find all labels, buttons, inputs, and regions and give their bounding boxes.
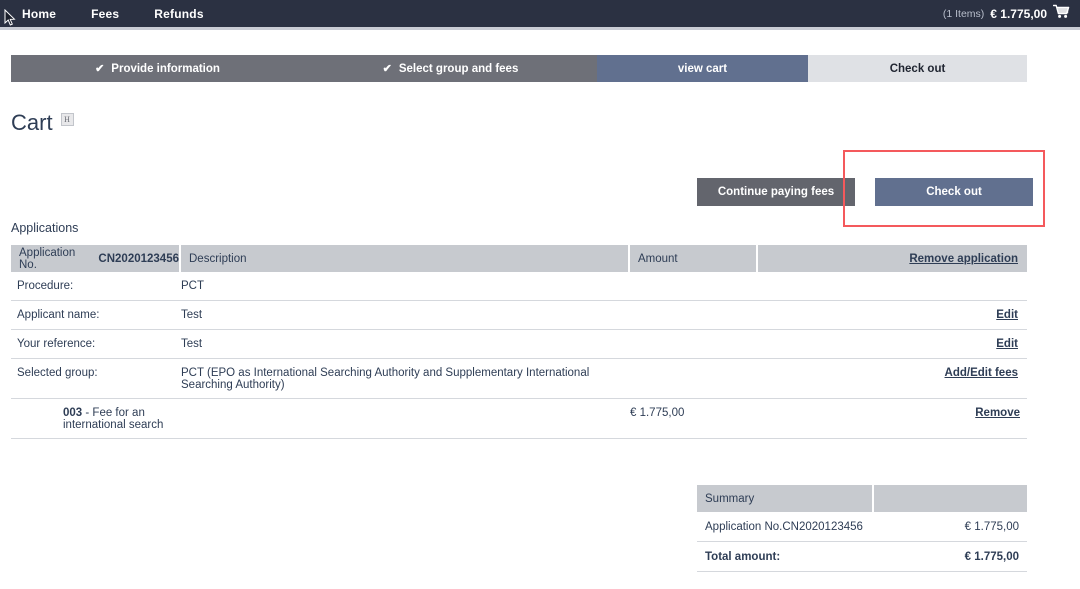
applications-section-label: Applications (11, 221, 79, 235)
row-amount (630, 272, 758, 287)
nav-item-home[interactable]: Home (22, 7, 56, 21)
application-no-value: CN2020123456 (98, 252, 179, 265)
help-badge-icon[interactable]: H (60, 113, 74, 126)
row-action: Edit (758, 301, 1025, 328)
summary-line-label: Application No.CN2020123456 (705, 521, 863, 533)
shopping-cart-icon[interactable] (1052, 4, 1070, 23)
row-label: Applicant name: (17, 309, 100, 321)
fee-description: 003 - Fee for an international search (63, 399, 180, 438)
add-edit-fees-link[interactable]: Add/Edit fees (945, 367, 1018, 379)
summary-line-amount: € 1.775,00 (964, 521, 1019, 533)
summary-line-row: Application No.CN2020123456 € 1.775,00 (697, 512, 1027, 542)
row-action (758, 272, 1025, 287)
action-button-row: Continue paying fees Check out (697, 178, 1033, 206)
top-navigation-bar: Home Fees Refunds (1 Items) € 1.775,00 (0, 0, 1080, 27)
row-value: PCT (EPO as International Searching Auth… (181, 367, 590, 391)
applications-table-header: Application No. CN2020123456 Description… (11, 245, 1027, 272)
summary-total-row: Total amount: € 1.775,00 (697, 542, 1027, 572)
nav-items: Home Fees Refunds (22, 7, 239, 21)
row-action: Add/Edit fees (758, 359, 1025, 386)
cart-summary[interactable]: (1 Items) € 1.775,00 (943, 0, 1070, 27)
cart-total-amount: € 1.775,00 (990, 6, 1047, 21)
step-select-group-and-fees[interactable]: ✔ Select group and fees (304, 55, 597, 82)
remove-application-link[interactable]: Remove application (909, 253, 1018, 265)
row-amount (630, 330, 758, 345)
remove-fee-link[interactable]: Remove (975, 407, 1020, 419)
step-check-out[interactable]: Check out (808, 55, 1027, 82)
row-amount (630, 301, 758, 316)
table-row: Your reference: Test Edit (11, 330, 1027, 359)
row-label: Your reference: (17, 338, 96, 350)
table-row-fee: 003 - Fee for an international search € … (11, 399, 1027, 439)
summary-title: Summary (697, 485, 874, 512)
row-label: Selected group: (17, 367, 98, 379)
step-label: view cart (677, 62, 728, 75)
topbar-underline (0, 27, 1080, 30)
row-action: Edit (758, 330, 1025, 357)
column-header-application-no: Application No. CN2020123456 (11, 245, 181, 272)
table-row: Procedure: PCT (11, 272, 1027, 301)
edit-applicant-name-link[interactable]: Edit (996, 309, 1018, 321)
table-row: Applicant name: Test Edit (11, 301, 1027, 330)
row-value: Test (181, 338, 203, 350)
check-out-button[interactable]: Check out (875, 178, 1033, 206)
column-header-amount: Amount (630, 245, 758, 272)
continue-paying-fees-button[interactable]: Continue paying fees (697, 178, 855, 206)
summary-box: Summary Application No.CN2020123456 € 1.… (697, 485, 1027, 572)
check-icon: ✔ (382, 63, 392, 75)
row-label: Procedure: (17, 280, 74, 292)
check-icon: ✔ (95, 63, 105, 75)
row-value: PCT (181, 280, 204, 292)
step-label: Check out (889, 62, 946, 75)
step-view-cart[interactable]: view cart (597, 55, 808, 82)
page-title-row: Cart H (11, 110, 74, 136)
cart-item-count: (1 Items) (942, 7, 985, 20)
summary-total-label: Total amount: (705, 551, 781, 563)
summary-total-amount: € 1.775,00 (964, 551, 1019, 563)
checkout-step-bar: ✔ Provide information ✔ Select group and… (11, 55, 1027, 82)
fee-action: Remove (762, 399, 1027, 426)
fee-amount: € 1.775,00 (630, 407, 685, 419)
application-no-label: Application No. (19, 246, 76, 271)
step-label: Select group and fees (398, 62, 519, 75)
step-label: Provide information (111, 62, 220, 75)
row-amount (630, 359, 758, 374)
summary-header: Summary (697, 485, 1027, 512)
column-header-description: Description (181, 245, 630, 272)
fee-spacer-2 (180, 399, 630, 414)
nav-item-fees[interactable]: Fees (91, 7, 119, 21)
column-header-actions: Remove application (758, 245, 1025, 272)
page-title: Cart (11, 110, 53, 135)
summary-header-spacer (874, 485, 1027, 512)
fee-row-spacer (11, 399, 63, 414)
row-value: Test (181, 309, 203, 321)
table-row: Selected group: PCT (EPO as Internationa… (11, 359, 1027, 399)
applications-table: Application No. CN2020123456 Description… (11, 245, 1027, 439)
fee-code: 003 (63, 407, 83, 419)
nav-item-refunds[interactable]: Refunds (154, 7, 203, 21)
step-provide-information[interactable]: ✔ Provide information (11, 55, 304, 82)
edit-your-reference-link[interactable]: Edit (996, 338, 1018, 350)
